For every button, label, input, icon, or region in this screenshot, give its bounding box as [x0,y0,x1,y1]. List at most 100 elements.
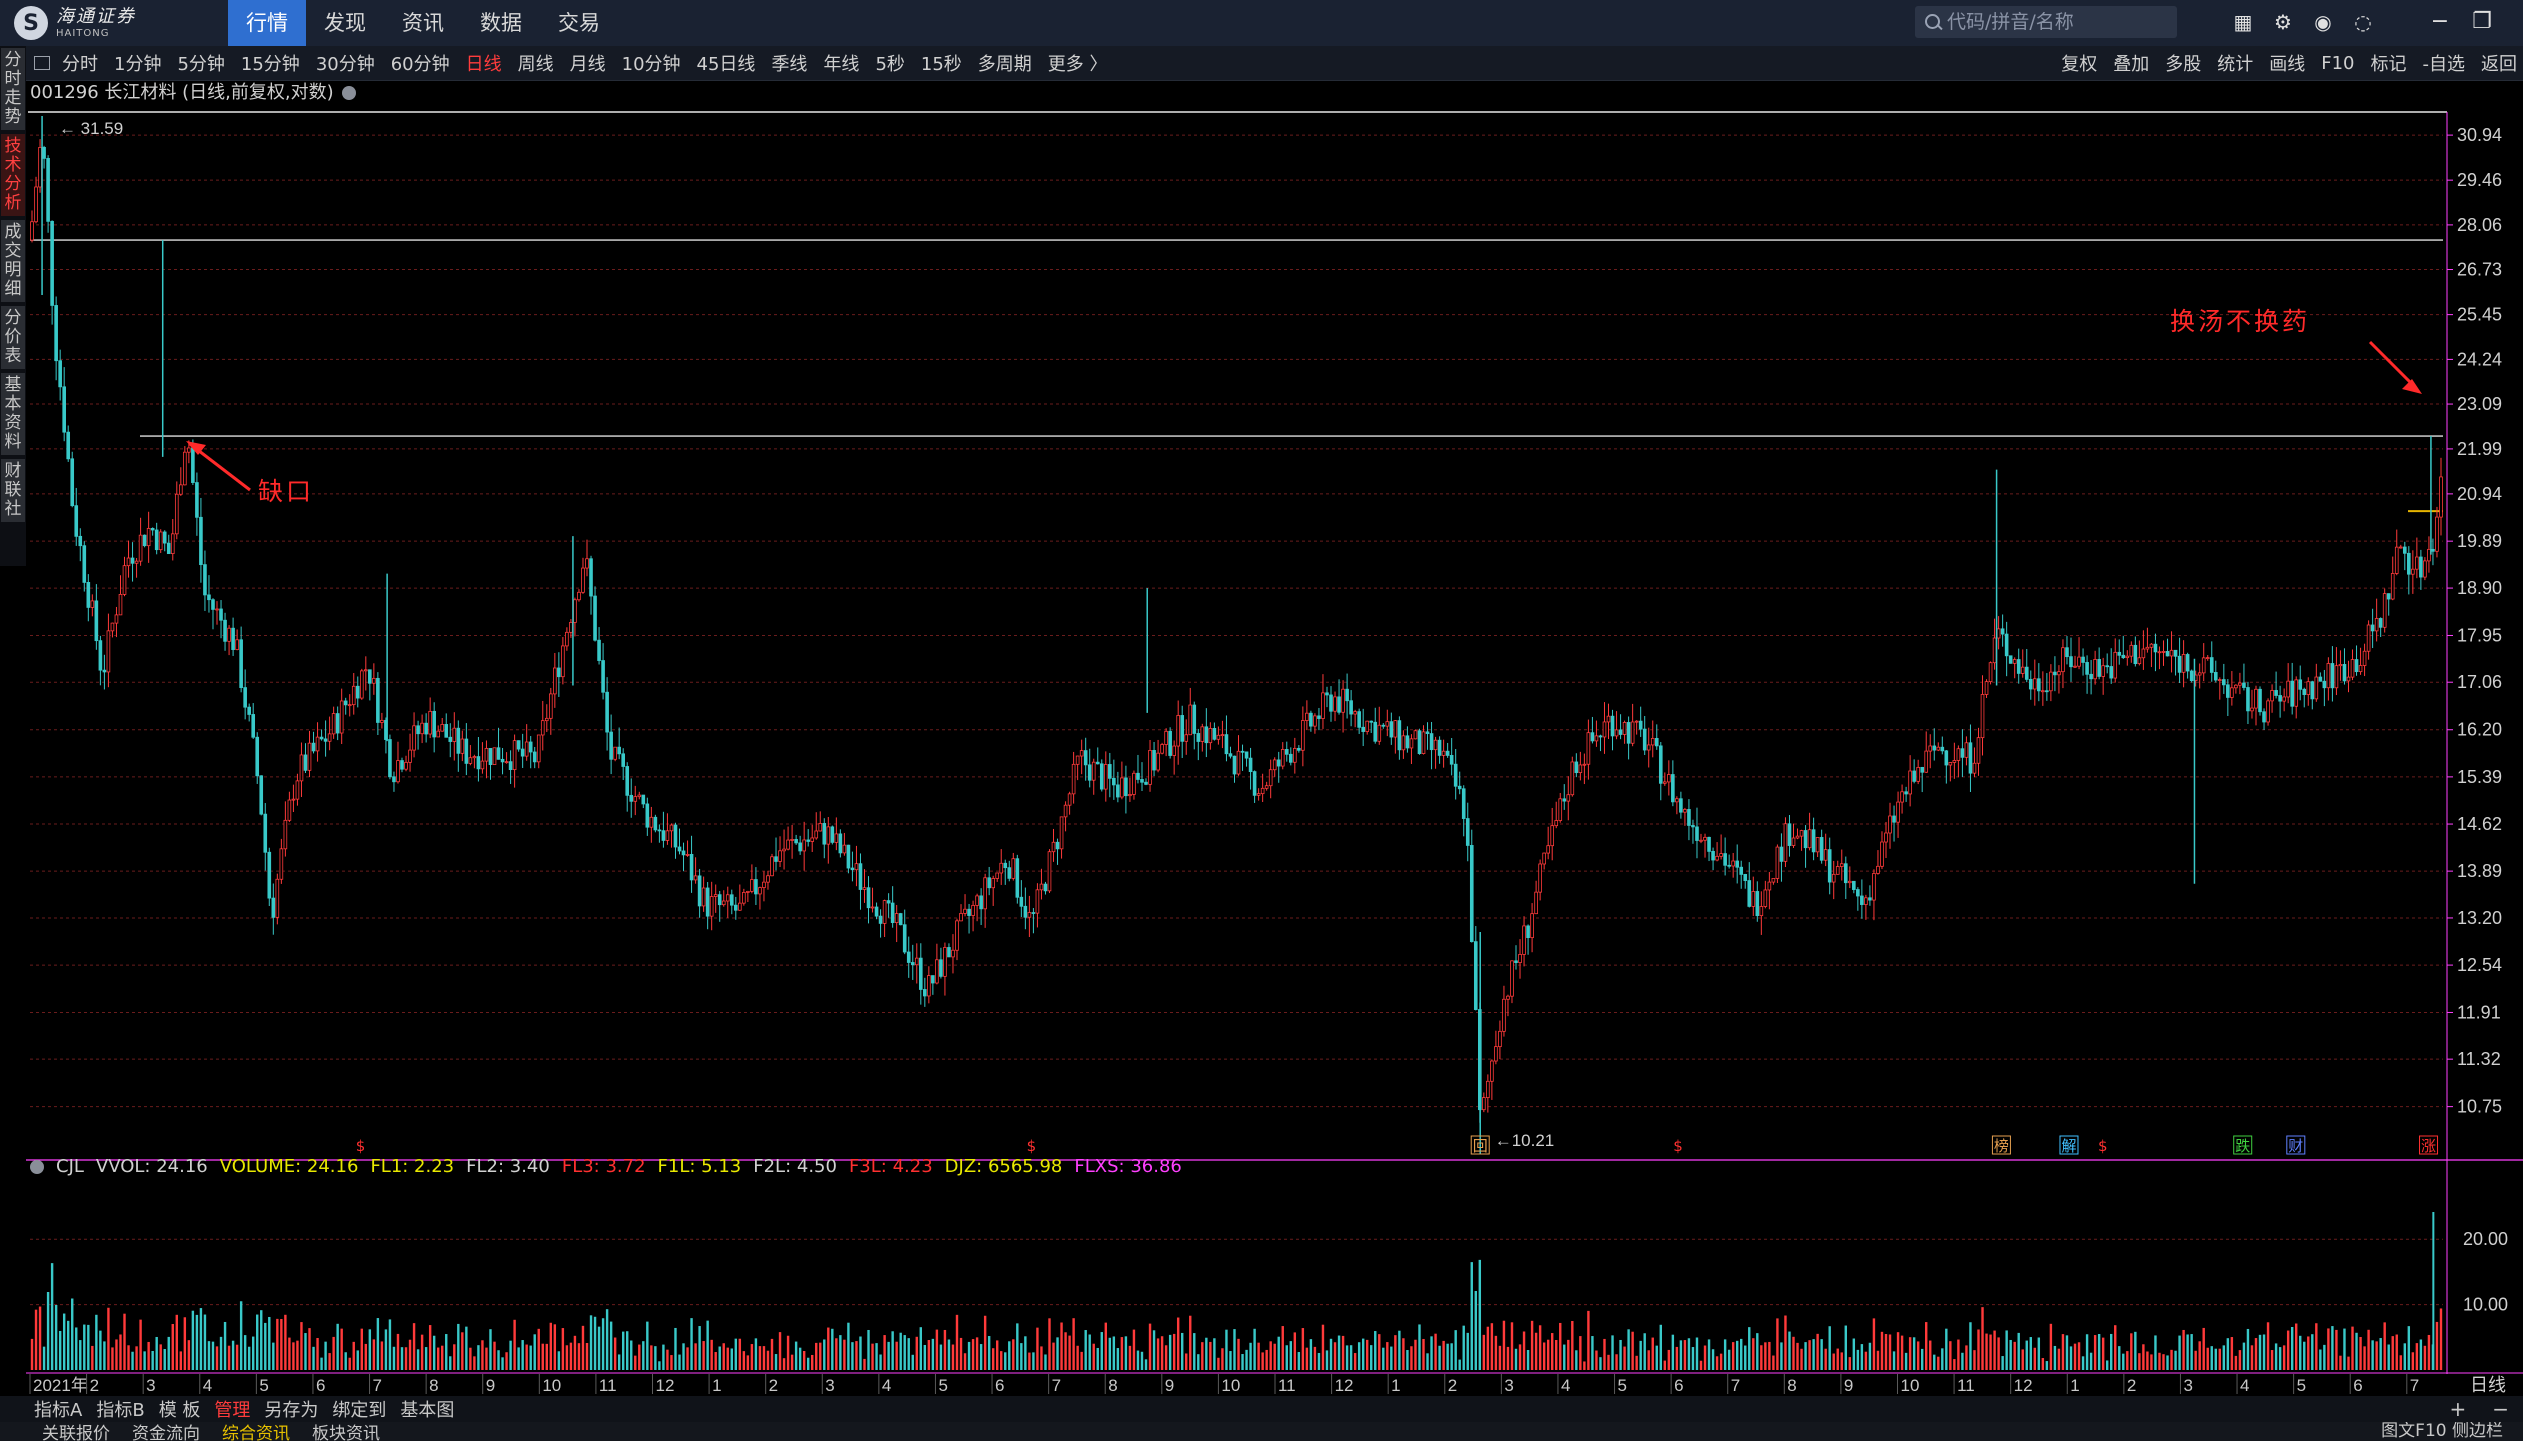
candle-body [1140,779,1144,783]
indicator-tab[interactable]: 指标A [34,1396,82,1422]
chart-tool-item[interactable]: 画线 [2269,50,2305,76]
candle-body [174,493,179,535]
candle-body [2073,665,2077,668]
candle-body [1876,865,1880,874]
zoom-out-button[interactable]: − [2492,1397,2509,1421]
chart-tool-item[interactable]: -自选 [2423,50,2466,76]
nav-tab-news[interactable]: 资讯 [384,0,462,46]
period-item[interactable]: 15分钟 [241,50,300,76]
status-bar-item[interactable]: 资金流向 [132,1422,200,1441]
candle-body [1699,839,1703,842]
period-item[interactable]: 月线 [570,50,606,76]
period-item[interactable]: 60分钟 [391,50,450,76]
period-item[interactable]: 45日线 [697,50,756,76]
candle-body [1944,750,1949,766]
status-bar-item[interactable]: 关联报价 [42,1422,110,1441]
chart-title: 001296 长江材料 (日线,前复权,对数) [30,82,334,103]
chart-tool-item[interactable]: 返回 [2481,50,2517,76]
chart-tool-item[interactable]: 标记 [2371,50,2407,76]
candle-body [283,819,288,850]
candle-body [1864,897,1868,905]
zoom-in-button[interactable]: + [2449,1397,2466,1421]
period-item[interactable]: 30分钟 [316,50,375,76]
candle-body [58,360,62,388]
candle-body [247,706,251,715]
indicator-tab[interactable]: 基本图 [400,1396,454,1422]
period-item[interactable]: 周线 [518,50,554,76]
nav-tab-data[interactable]: 数据 [462,0,540,46]
search-input[interactable] [1945,10,2169,34]
minimize-icon[interactable]: − [2428,8,2452,36]
chart-tool-item[interactable]: 多股 [2165,50,2201,76]
candle-body [975,895,979,906]
candle-body [1727,864,1731,867]
period-item[interactable]: 年线 [823,50,859,76]
indicator-tab[interactable]: 绑定到 [332,1396,386,1422]
candle-body [355,685,360,699]
candle-body [1610,715,1615,737]
candle-body [2262,711,2266,723]
period-item[interactable]: 5秒 [875,50,904,76]
period-item[interactable]: 日线 [466,50,502,76]
candle-body [2234,684,2238,689]
candle-body [725,894,730,902]
candle-body [404,761,408,770]
candle-body [1091,761,1096,781]
candle-body [2085,662,2089,675]
top-navigation-bar: S 海通证券 HAITONG 行情 发现 资讯 数据 交易 ▦ ⚙ ◉ ◌ − … [0,0,2523,46]
indicator-tab[interactable]: 管理 [214,1396,250,1422]
status-right-text[interactable]: 图文F10 侧边栏 [2381,1422,2503,1441]
status-bar-item[interactable]: 综合资讯 [222,1422,290,1441]
candle-body [1301,720,1305,751]
chat-icon[interactable]: ◌ [2350,8,2376,36]
kline-chart[interactable]: 30.94 29.46 28.06 26.73 25.45 24.24 23.09 21.99… [0,106,2523,1374]
date-axis: 2021年 2 3 4 5 6 7 8 9 10 11 12 1 2 3 4 5 6 7 8 9 10 11 12 1 2 3 4 5 6… [29,1374,2506,1396]
grid-icon[interactable]: ▦ [2230,8,2256,36]
period-item[interactable]: 1分钟 [114,50,161,76]
settings-icon[interactable]: ⚙ [2270,8,2296,36]
candle-body [1980,694,1985,739]
candle-body [1630,721,1635,744]
price-tick-label: 19.89 [2457,531,2502,551]
candle-body [472,756,477,759]
period-item[interactable]: 15秒 [921,50,962,76]
candle-body [179,484,183,495]
restore-icon[interactable]: ❐ [2470,8,2494,36]
search-box[interactable] [1915,6,2177,38]
candle-body [1502,998,1506,1032]
nav-tab-discover[interactable]: 发现 [306,0,384,46]
period-item[interactable]: 多周期 [978,50,1032,76]
skin-icon[interactable]: ◉ [2310,8,2336,36]
chart-tool-item[interactable]: 叠加 [2113,50,2149,76]
candle-body [388,739,392,778]
nav-tab-trade[interactable]: 交易 [540,0,618,46]
candle-body [1071,763,1076,795]
candle-body [323,738,328,742]
indicator-tab[interactable]: 模 板 [159,1396,201,1422]
period-item[interactable]: 分时 [62,50,98,76]
period-item[interactable]: 更多 〉 [1048,50,1108,76]
candle-body [291,798,296,801]
candle-body [368,669,372,684]
period-item[interactable]: 10分钟 [622,50,681,76]
volume-settings-icon[interactable] [30,1160,44,1174]
candle-body [1594,735,1599,742]
candle-body [2374,618,2379,632]
candle-body [1654,738,1659,747]
volume-tick-label: 20.00 [2463,1229,2508,1249]
candle-body [2394,546,2399,574]
chart-tool-item[interactable]: 统计 [2217,50,2253,76]
chart-settings-icon[interactable] [341,86,356,100]
candle-body [1204,726,1209,744]
chart-tool-item[interactable]: 复权 [2061,50,2097,76]
indicator-tab[interactable]: 指标B [96,1396,144,1422]
chart-tool-item[interactable]: F10 [2321,53,2354,74]
status-bar-item[interactable]: 板块资讯 [312,1422,380,1441]
nav-tab-market[interactable]: 行情 [228,0,306,46]
candle-body [717,894,722,906]
date-tick-label: 2 [2127,1376,2136,1395]
indicator-tab[interactable]: 另存为 [264,1396,318,1422]
panel-toggle-icon[interactable] [34,56,50,70]
period-item[interactable]: 5分钟 [177,50,224,76]
period-item[interactable]: 季线 [771,50,807,76]
